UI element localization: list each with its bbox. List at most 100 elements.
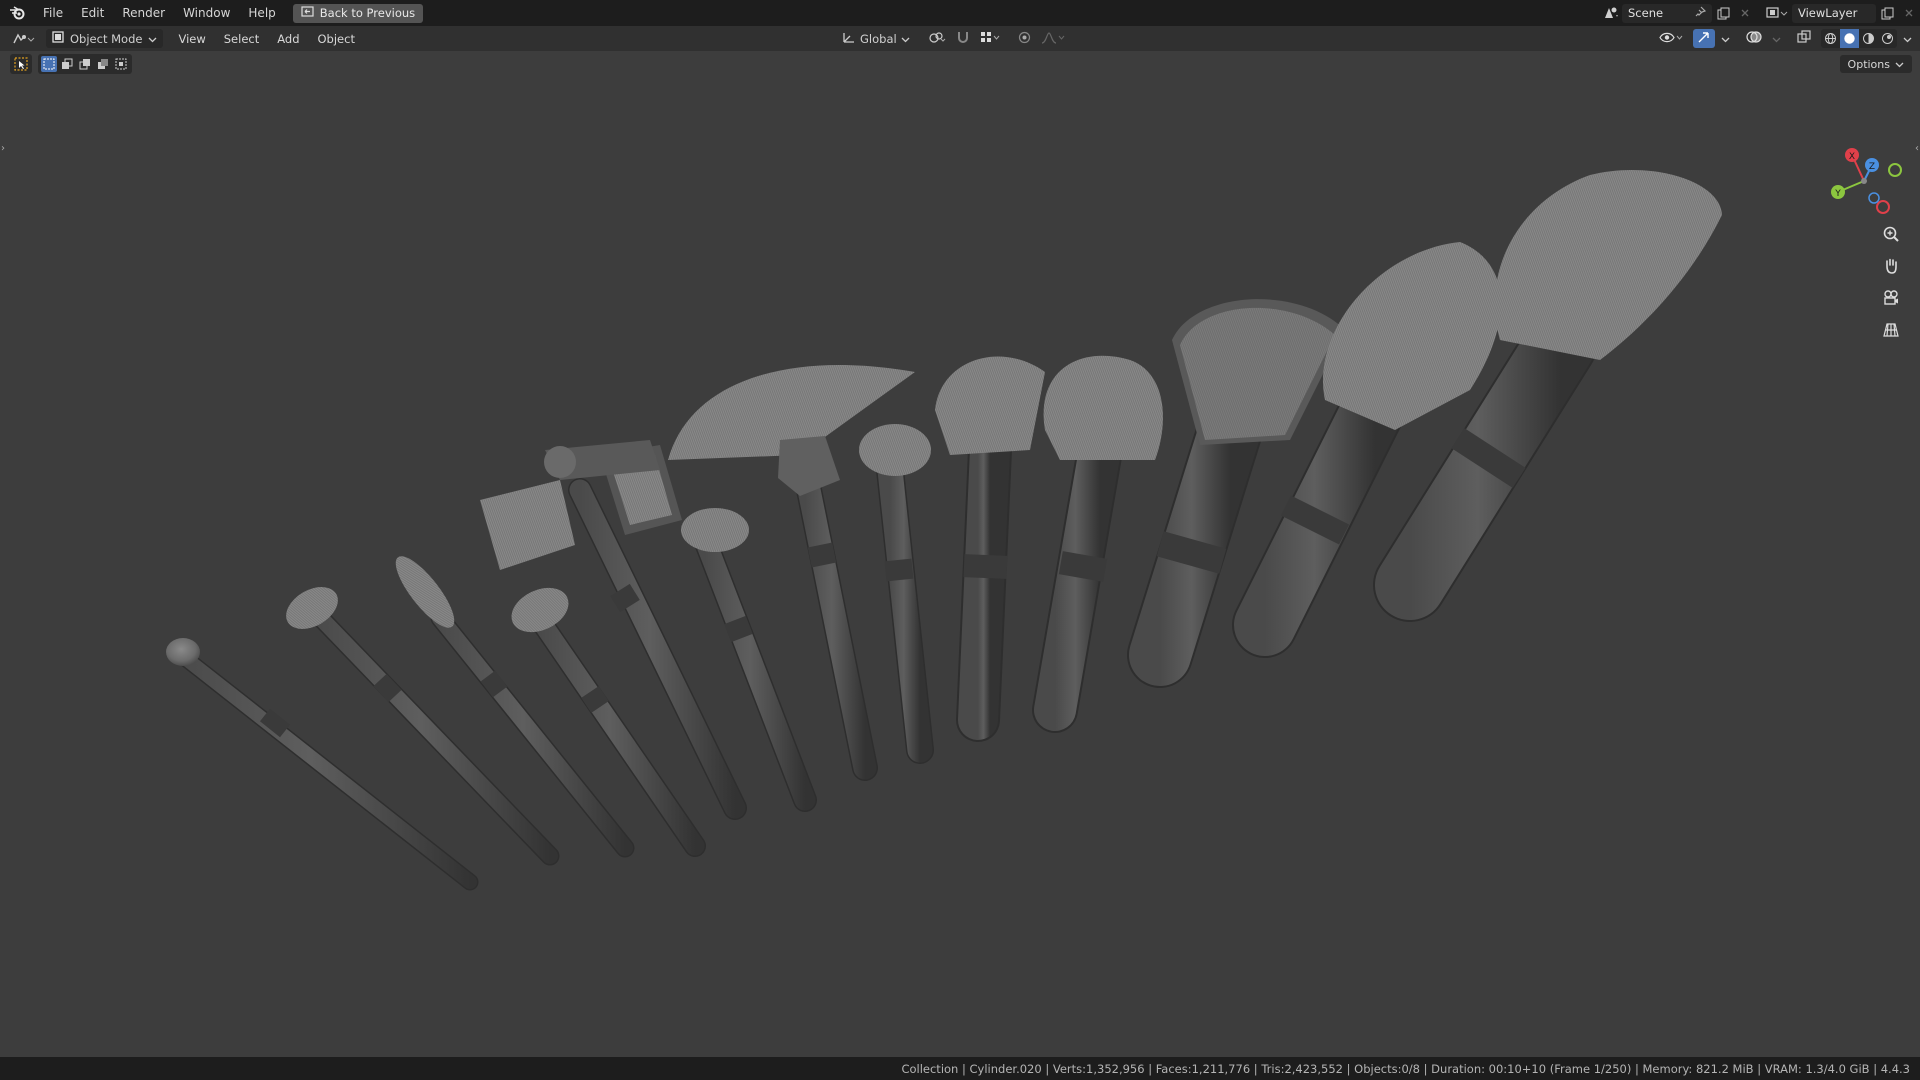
gizmo-z-label: Z — [1869, 162, 1875, 172]
gizmo-y-label: Y — [1834, 189, 1841, 199]
options-dropdown[interactable]: Options — [1839, 55, 1912, 73]
delete-scene-icon[interactable] — [1734, 3, 1756, 23]
perspective-grid-icon[interactable] — [1878, 317, 1904, 343]
solid-shading-icon[interactable] — [1840, 29, 1859, 48]
transform-tools-group: Global — [838, 26, 1069, 51]
object-mode-label: Object Mode — [70, 31, 143, 46]
camera-view-icon[interactable] — [1878, 285, 1904, 311]
chevron-down-icon — [1721, 32, 1730, 46]
extend-selection-icon[interactable] — [59, 56, 75, 72]
intersect-selection-icon[interactable] — [113, 56, 129, 72]
chevron-down-icon — [148, 32, 157, 46]
chevron-down-icon — [901, 32, 910, 46]
rendered-shading-icon[interactable] — [1878, 29, 1897, 48]
new-scene-icon[interactable] — [1712, 3, 1734, 23]
scene-statistics: Collection | Cylinder.020 | Verts:1,352,… — [901, 1061, 1910, 1076]
scene-name: Scene — [1628, 6, 1664, 20]
falloff-curve-icon — [1041, 31, 1065, 47]
gizmo-dropdown[interactable] — [1717, 29, 1734, 48]
brush-8[interactable] — [859, 424, 934, 764]
top-menu-bar: File Edit Render Window Help Back to Pre… — [0, 0, 1920, 26]
tool-settings-row — [10, 53, 132, 75]
3d-viewport[interactable]: › ‹ X Y Z — [0, 51, 1920, 1057]
gizmo-toggle[interactable] — [1693, 29, 1715, 48]
shading-options-dropdown[interactable] — [1899, 29, 1916, 48]
object-mode-dropdown[interactable]: Object Mode — [46, 29, 164, 48]
menu-render[interactable]: Render — [113, 0, 174, 26]
options-label: Options — [1847, 57, 1890, 71]
material-preview-shading-icon[interactable] — [1859, 29, 1878, 48]
editor-type-icon[interactable] — [8, 29, 40, 49]
wireframe-shading-icon[interactable] — [1821, 29, 1840, 48]
transform-orientation-label: Global — [860, 31, 897, 46]
viewport-shading-group — [1821, 29, 1897, 48]
brush-1[interactable] — [166, 638, 479, 891]
gizmo-center-icon — [1861, 178, 1867, 184]
selection-mode-group — [38, 54, 132, 74]
view-layer-name: ViewLayer — [1798, 6, 1858, 20]
invert-selection-icon[interactable] — [95, 56, 111, 72]
gizmo-icon — [1697, 31, 1711, 47]
pan-hand-icon[interactable] — [1878, 253, 1904, 279]
chevron-down-icon — [1895, 58, 1904, 71]
viewport-header: Object Mode View Select Add Object Globa… — [0, 26, 1920, 51]
snap-grid-icon — [980, 31, 1000, 47]
sidebar-expand-arrow-icon[interactable]: ‹ — [1915, 143, 1919, 154]
eye-icon — [1659, 31, 1683, 47]
select-tool-icon[interactable] — [10, 54, 32, 74]
navigation-controls — [1878, 221, 1904, 343]
proportional-falloff-dropdown[interactable] — [1037, 29, 1069, 48]
zoom-icon[interactable] — [1878, 221, 1904, 247]
back-to-previous-button[interactable]: Back to Previous — [292, 3, 424, 23]
view-layer-selector-icon[interactable] — [1762, 3, 1792, 23]
set-new-selection-icon[interactable] — [41, 56, 57, 72]
scene-selector-icon[interactable] — [1600, 3, 1622, 23]
menu-file[interactable]: File — [34, 0, 72, 26]
subtract-selection-icon[interactable] — [77, 56, 93, 72]
blender-logo-icon[interactable] — [0, 6, 34, 20]
snap-toggle[interactable] — [952, 29, 974, 48]
header-menu-view[interactable]: View — [169, 32, 214, 46]
new-view-layer-icon[interactable] — [1876, 3, 1898, 23]
overlays-icon — [1746, 30, 1762, 47]
orientation-icon — [842, 31, 856, 47]
status-bar: Collection | Cylinder.020 | Verts:1,352,… — [0, 1057, 1920, 1080]
snap-target-dropdown[interactable] — [976, 29, 1004, 48]
proportional-editing-toggle[interactable] — [1014, 29, 1035, 48]
view-layer-field[interactable]: ViewLayer — [1792, 3, 1876, 23]
back-to-previous-label: Back to Previous — [319, 6, 416, 20]
viewport-display-tools — [1655, 26, 1916, 51]
menu-edit[interactable]: Edit — [72, 0, 113, 26]
overlays-toggle[interactable] — [1742, 29, 1766, 48]
toolbar-expand-arrow-icon[interactable]: › — [1, 143, 5, 154]
proportional-editing-icon — [1018, 31, 1031, 47]
header-menu-select[interactable]: Select — [215, 32, 268, 46]
brush-9[interactable] — [935, 356, 1045, 742]
xray-toggle[interactable] — [1793, 29, 1815, 48]
menu-window[interactable]: Window — [174, 0, 239, 26]
gizmo-neg-y-icon[interactable] — [1888, 163, 1902, 177]
object-mode-icon — [52, 31, 64, 46]
chevron-down-icon — [1903, 32, 1912, 46]
xray-icon — [1797, 30, 1811, 47]
navigation-gizmo[interactable]: X Y Z — [1826, 141, 1902, 217]
pivot-point-dropdown[interactable] — [924, 29, 950, 48]
gizmo-x-label: X — [1849, 152, 1855, 162]
pin-icon[interactable] — [1695, 6, 1707, 20]
back-icon — [301, 6, 314, 20]
scene-name-field[interactable]: Scene — [1622, 3, 1712, 23]
delete-view-layer-icon[interactable] — [1898, 3, 1920, 23]
selectability-visibility-dropdown[interactable] — [1655, 29, 1687, 48]
chevron-down-icon — [1772, 32, 1781, 46]
header-menu-object[interactable]: Object — [309, 32, 364, 46]
scene-render — [166, 169, 1722, 891]
gizmo-neg-x-icon[interactable] — [1876, 200, 1890, 214]
overlays-dropdown[interactable] — [1768, 29, 1785, 48]
topbar-right-group: Scene ViewLayer — [1600, 0, 1920, 26]
menu-help[interactable]: Help — [239, 0, 284, 26]
header-menu-add[interactable]: Add — [268, 32, 308, 46]
gizmo-neg-z-icon[interactable] — [1868, 192, 1880, 204]
magnet-icon — [956, 30, 970, 47]
transform-orientation-dropdown[interactable]: Global — [838, 29, 914, 48]
pivot-icon — [928, 31, 946, 47]
